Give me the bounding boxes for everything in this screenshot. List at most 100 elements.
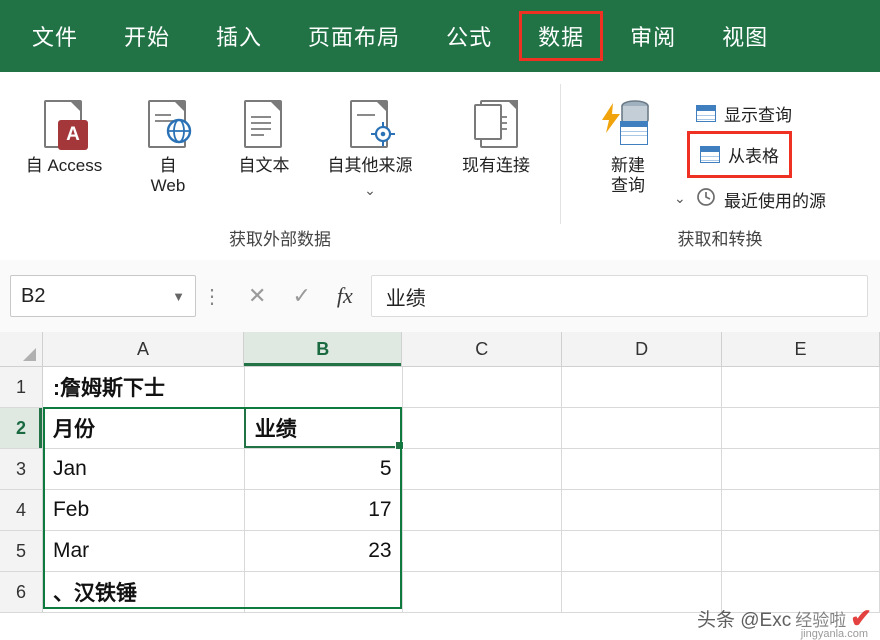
tab-insert[interactable]: 插入	[200, 14, 278, 58]
tab-view[interactable]: 视图	[706, 14, 784, 58]
formula-bar-buttons: ✕ ✓ fx	[230, 283, 371, 309]
column-header-d[interactable]: D	[562, 332, 723, 366]
text-file-icon	[218, 94, 310, 156]
table-row: 4 Feb 17	[0, 490, 880, 531]
chevron-down-icon[interactable]: ▼	[172, 289, 185, 304]
ribbon-tabs: 文件 开始 插入 页面布局 公式 数据 审阅 视图	[0, 0, 880, 72]
column-header-c[interactable]: C	[402, 332, 563, 366]
new-query-icon	[580, 94, 676, 156]
cell-b5[interactable]: 23	[245, 531, 403, 571]
cell-b3[interactable]: 5	[245, 449, 403, 489]
from-access-button[interactable]: A 自 Access	[18, 94, 110, 176]
from-web-label: 自 Web	[150, 156, 186, 195]
tab-file[interactable]: 文件	[16, 14, 94, 58]
row-header-3[interactable]: 3	[0, 449, 43, 489]
show-queries-button[interactable]: 显示查询	[690, 98, 798, 129]
from-web-button[interactable]: 自 Web	[122, 94, 214, 196]
check-icon[interactable]: ✓	[292, 283, 310, 309]
table-row: 3 Jan 5	[0, 449, 880, 490]
access-icon: A	[18, 94, 110, 156]
existing-connections-label: 现有连接	[462, 156, 530, 175]
tab-data[interactable]: 数据	[519, 11, 604, 61]
cell-a3[interactable]: Jan	[43, 449, 245, 489]
cell-d4[interactable]	[562, 490, 723, 530]
existing-connections-button[interactable]: 现有连接	[446, 94, 546, 176]
cell-d2[interactable]	[562, 408, 723, 448]
column-header-a[interactable]: A	[42, 332, 245, 366]
cell-c5[interactable]	[403, 531, 563, 571]
cell-b4[interactable]: 17	[245, 490, 403, 530]
cell-b6[interactable]	[245, 572, 403, 612]
tab-page-layout[interactable]: 页面布局	[292, 14, 416, 58]
row-header-4[interactable]: 4	[0, 490, 43, 530]
from-table-button[interactable]: 从表格	[687, 131, 792, 178]
cell-d1[interactable]	[562, 367, 723, 407]
excel-window: 文件 开始 插入 页面布局 公式 数据 审阅 视图 A 自 Access 自 W…	[0, 0, 880, 640]
cell-c2[interactable]	[403, 408, 563, 448]
tab-formulas[interactable]: 公式	[430, 14, 508, 58]
chevron-down-icon[interactable]: ⌄	[310, 182, 430, 199]
globe-svg	[166, 118, 192, 144]
table-row: 5 Mar 23	[0, 531, 880, 572]
row-header-6[interactable]: 6	[0, 572, 43, 612]
cell-e2[interactable]	[722, 408, 880, 448]
new-query-button[interactable]: 新建 查询	[580, 94, 676, 196]
target-svg	[371, 122, 395, 146]
watermark-prefix: 头条 @Exc	[696, 610, 792, 631]
other-sources-icon	[310, 94, 430, 156]
cell-c4[interactable]	[403, 490, 563, 530]
formula-input[interactable]: 业绩	[370, 275, 868, 317]
table-icon	[700, 146, 720, 163]
cell-e4[interactable]	[722, 490, 880, 530]
worksheet-grid: A B C D E 1 :詹姆斯下士 2 月份 业绩 3 Jan 5 4 Feb…	[0, 332, 880, 640]
row-header-2[interactable]: 2	[0, 408, 43, 448]
group-label-external-data: 获取外部数据	[229, 230, 331, 249]
cell-c3[interactable]	[403, 449, 563, 489]
from-other-sources-button[interactable]: 自其他来源 ⌄	[310, 94, 430, 199]
recent-icon	[696, 187, 716, 212]
from-text-label: 自文本	[238, 156, 290, 175]
ribbon-tabbar: 文件 开始 插入 页面布局 公式 数据 审阅 视图	[0, 0, 880, 72]
ribbon-body: A 自 Access 自 Web 自文本 自其他来源 ⌄ 现有连接 获取外部数据…	[0, 72, 880, 261]
group-label-get-transform: 获取和转换	[677, 230, 763, 249]
cell-d5[interactable]	[562, 531, 723, 571]
tab-review[interactable]: 审阅	[614, 14, 692, 58]
cell-b1[interactable]	[245, 367, 403, 407]
new-query-label: 新建 查询	[611, 156, 645, 195]
table-row: 1 :詹姆斯下士	[0, 367, 880, 408]
from-table-label: 从表格	[728, 147, 779, 166]
formula-bar: B2 ▼ ⋮ ✕ ✓ fx 业绩	[0, 260, 880, 333]
cell-a5[interactable]: Mar	[43, 531, 245, 571]
column-header-e[interactable]: E	[722, 332, 880, 366]
cell-e3[interactable]	[722, 449, 880, 489]
from-other-sources-label: 自其他来源	[327, 156, 413, 175]
grid-rows: 1 :詹姆斯下士 2 月份 业绩 3 Jan 5 4 Feb 17 5 Mar …	[0, 367, 880, 613]
column-header-b[interactable]: B	[244, 332, 403, 366]
cell-c6[interactable]	[403, 572, 563, 612]
cell-a2[interactable]: 月份	[43, 408, 245, 448]
connections-icon	[446, 94, 546, 156]
from-text-button[interactable]: 自文本	[218, 94, 310, 176]
cell-a1[interactable]: :詹姆斯下士	[43, 367, 245, 407]
show-queries-label: 显示查询	[724, 106, 792, 125]
select-all-corner[interactable]	[0, 332, 43, 366]
recent-sources-label: 最近使用的源	[724, 192, 826, 211]
tab-home[interactable]: 开始	[108, 14, 186, 58]
name-box-value: B2	[21, 284, 46, 307]
table-row: 2 月份 业绩	[0, 408, 880, 449]
row-header-1[interactable]: 1	[0, 367, 43, 407]
new-query-chevron-down-icon[interactable]: ⌄	[674, 190, 686, 207]
cell-b2[interactable]: 业绩	[245, 408, 403, 448]
close-icon[interactable]: ✕	[248, 283, 266, 309]
fx-icon[interactable]: fx	[337, 283, 353, 309]
recent-sources-button[interactable]: 最近使用的源	[690, 184, 832, 215]
cell-e5[interactable]	[722, 531, 880, 571]
cell-c1[interactable]	[403, 367, 563, 407]
cell-a4[interactable]: Feb	[43, 490, 245, 530]
formula-bar-expand-dots: ⋮	[202, 285, 224, 308]
row-header-5[interactable]: 5	[0, 531, 43, 571]
cell-a6[interactable]: 、汉铁锤	[43, 572, 245, 612]
name-box[interactable]: B2 ▼	[10, 275, 196, 317]
cell-d3[interactable]	[562, 449, 723, 489]
cell-e1[interactable]	[722, 367, 880, 407]
